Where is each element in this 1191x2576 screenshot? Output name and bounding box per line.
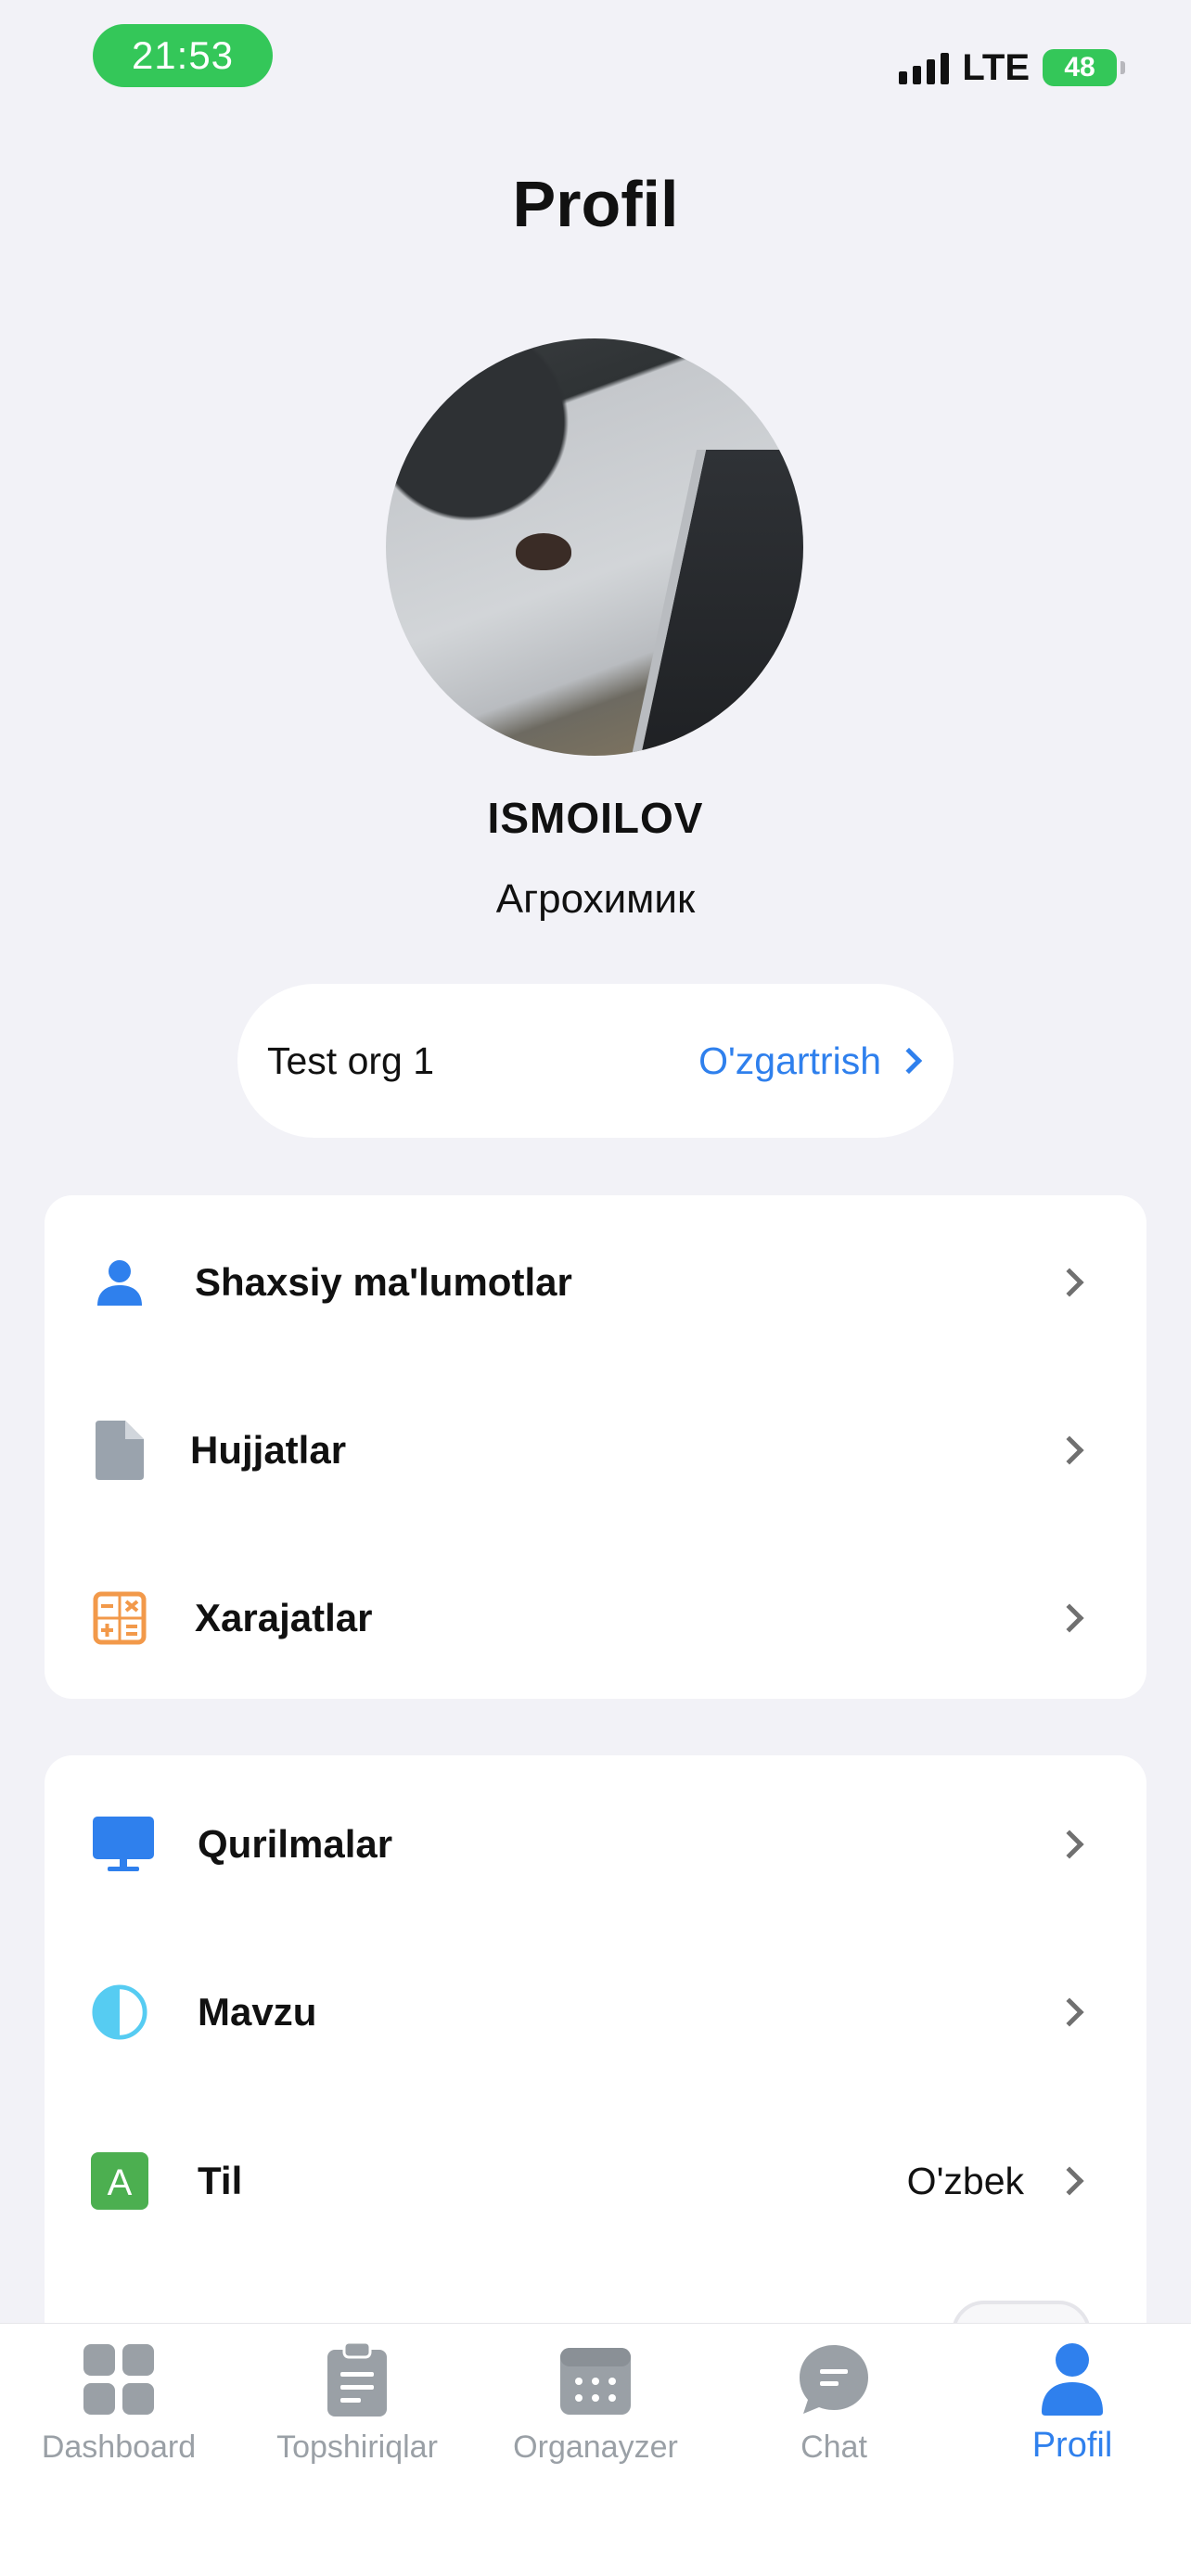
- calendar-icon: [558, 2342, 633, 2417]
- chevron-right-icon: [1055, 1435, 1084, 1465]
- change-organization-button[interactable]: O'zgartrish: [698, 1039, 923, 1083]
- tab-label: Organayzer: [513, 2429, 678, 2465]
- user-name: ISMOILOV: [487, 794, 704, 842]
- tab-label: Topshiriqlar: [276, 2429, 438, 2465]
- menu-item-language[interactable]: A Til O'zbek: [45, 2125, 1146, 2237]
- menu-item-devices[interactable]: Qurilmalar: [45, 1789, 1146, 1900]
- menu-item-label: Xarajatlar: [195, 1596, 373, 1639]
- battery-level: 48: [1064, 52, 1095, 83]
- tab-label: Profil: [1031, 2426, 1113, 2465]
- chevron-right-icon: [1055, 1603, 1084, 1633]
- tab-organizer[interactable]: Organayzer: [477, 2342, 714, 2481]
- avatar-photo-logo: [516, 533, 571, 570]
- svg-text:A: A: [108, 2162, 133, 2203]
- tab-dashboard[interactable]: Dashboard: [0, 2342, 237, 2481]
- chevron-right-icon: [1055, 1830, 1084, 1859]
- calculator-icon: [91, 1589, 148, 1647]
- tab-label: Chat: [800, 2429, 867, 2465]
- menu-item-label: Til: [198, 2159, 243, 2202]
- monitor-icon: [91, 1816, 156, 1873]
- menu-item-label: Hujjatlar: [190, 1428, 347, 1472]
- menu-item-label: Mavzu: [198, 1990, 317, 2034]
- bottom-tab-bar: Dashboard Topshiriqlar Organayzer Chat P…: [0, 2323, 1191, 2576]
- organization-selector[interactable]: Test org 1 O'zgartrish: [237, 984, 954, 1138]
- tab-profile[interactable]: Profil: [954, 2342, 1191, 2481]
- chevron-right-icon: [895, 1047, 923, 1075]
- chevron-right-icon: [1055, 2166, 1084, 2196]
- user-role: Агрохимик: [495, 876, 696, 922]
- document-icon: [91, 1421, 148, 1480]
- organization-name: Test org 1: [267, 1039, 435, 1082]
- menu-card-settings: Qurilmalar Mavzu A Til O'zbek: [45, 1755, 1146, 2349]
- menu-item-expenses[interactable]: Xarajatlar: [45, 1562, 1146, 1674]
- status-time: 21:53: [93, 24, 273, 87]
- status-indicators: LTE 48: [899, 43, 1125, 93]
- avatar-photo-detail: [631, 450, 803, 756]
- menu-item-label: Qurilmalar: [198, 1822, 393, 1866]
- language-icon: A: [91, 2152, 148, 2210]
- menu-item-personal-info[interactable]: Shaxsiy ma'lumotlar: [45, 1227, 1146, 1338]
- tab-tasks[interactable]: Topshiriqlar: [238, 2342, 476, 2481]
- chevron-right-icon: [1055, 1268, 1084, 1297]
- page-title: Profil: [512, 168, 679, 240]
- change-organization-label: O'zgartrish: [698, 1039, 881, 1082]
- profile-screen: 21:53 LTE 48 Profil ISMOILOV Агрохимик T…: [0, 0, 1191, 2576]
- language-value: O'zbek: [906, 2159, 1024, 2202]
- signal-icon: [899, 51, 950, 84]
- avatar[interactable]: [386, 338, 803, 756]
- menu-item-documents[interactable]: Hujjatlar: [45, 1395, 1146, 1506]
- menu-card-account: Shaxsiy ma'lumotlar Hujjatlar Xarajatlar: [45, 1195, 1146, 1699]
- grid-icon: [82, 2342, 156, 2417]
- chevron-right-icon: [1055, 1997, 1084, 2027]
- network-type: LTE: [962, 46, 1030, 88]
- chat-icon: [797, 2342, 871, 2417]
- theme-icon: [91, 1983, 148, 2041]
- menu-item-theme[interactable]: Mavzu: [45, 1957, 1146, 2068]
- person-icon: [91, 1254, 148, 1311]
- battery-icon: 48: [1043, 49, 1125, 86]
- tab-label: Dashboard: [41, 2429, 197, 2465]
- clipboard-icon: [320, 2342, 394, 2417]
- tab-chat[interactable]: Chat: [715, 2342, 953, 2481]
- profile-icon: [1035, 2342, 1109, 2417]
- menu-item-label: Shaxsiy ma'lumotlar: [195, 1260, 572, 1304]
